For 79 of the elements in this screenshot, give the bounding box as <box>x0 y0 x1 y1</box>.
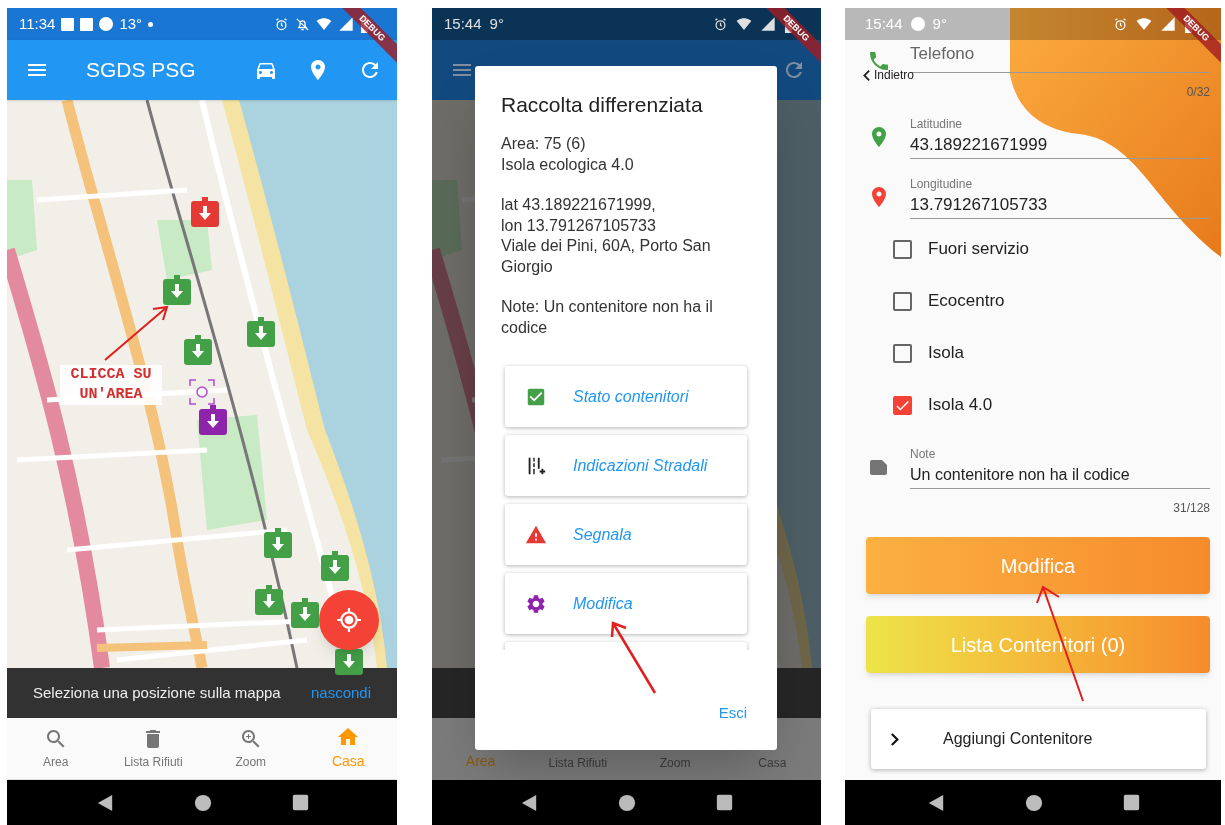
app-title: SGDS PSG <box>86 57 196 84</box>
bell-off-icon <box>295 16 310 32</box>
status-time: 11:34 <box>19 13 56 34</box>
selection-target-icon <box>189 379 215 405</box>
checkbox[interactable] <box>893 291 912 311</box>
field-label: Note <box>910 446 937 461</box>
snackbar-message: Seleziona una posizione sulla mappa <box>33 682 282 703</box>
chevron-left-icon <box>863 69 870 81</box>
dialog-text: lat 43.189221671999, lon 13.791267105733 Viale dei Pini, 60A, Porto San Giorgio <box>501 195 712 277</box>
recents-icon[interactable] <box>1122 794 1140 811</box>
menu-item[interactable]: Indicazioni Stradali <box>505 435 747 496</box>
container-marker-icon[interactable] <box>163 275 191 305</box>
status-time: 15:44 <box>444 13 482 34</box>
nav-tab[interactable]: Zoom <box>202 718 300 779</box>
status-temperature: 9° <box>932 13 947 34</box>
character-counter: 31/128 <box>1173 500 1210 515</box>
checkbox[interactable] <box>893 239 912 259</box>
field-label: Latitudine <box>910 116 964 131</box>
home-icon[interactable] <box>193 793 212 812</box>
home-icon[interactable] <box>618 793 636 812</box>
menu-item[interactable]: Stato contenitori <box>505 366 747 427</box>
checkbox-label: Isola 4.0 <box>928 394 993 417</box>
input-field[interactable]: 13.791267105733 <box>910 191 1210 219</box>
signal-icon <box>338 16 354 32</box>
nav-tab[interactable]: Area <box>7 718 105 779</box>
alarm-clock-icon <box>274 16 289 32</box>
wifi-icon <box>736 16 752 32</box>
character-counter: 0/32 <box>1186 84 1210 99</box>
checkbox[interactable] <box>893 343 912 363</box>
alarm-clock-icon <box>1113 16 1128 32</box>
back-icon[interactable] <box>520 793 538 812</box>
edit-button[interactable]: Modifica <box>866 537 1210 594</box>
container-marker-icon[interactable] <box>255 585 283 615</box>
container-marker-icon[interactable] <box>264 528 292 558</box>
circle-icon <box>910 17 925 31</box>
status-time: 15:44 <box>865 13 903 34</box>
container-marker-icon[interactable] <box>291 598 319 628</box>
input-field[interactable]: 43.189221671999 <box>910 131 1210 159</box>
wifi-icon <box>316 16 332 32</box>
checkbox-label: Ecocentro <box>928 290 1005 313</box>
nav-tab[interactable]: Lista Rifiuti <box>104 718 202 779</box>
menu-item[interactable]: Segnala <box>505 504 747 565</box>
menu-item[interactable]: Modifica <box>505 573 747 634</box>
recents-icon[interactable] <box>291 794 309 811</box>
chevron-right-icon <box>891 732 899 746</box>
container-marker-icon[interactable] <box>191 197 219 227</box>
dialog-text: Area: 75 (6) Isola ecologica 4.0 <box>501 134 635 175</box>
checkbox-label: Fuori servizio <box>928 238 1030 261</box>
nav-tab[interactable]: Zoom <box>626 754 724 772</box>
checkbox[interactable] <box>893 395 912 415</box>
crosshair-icon <box>336 607 362 633</box>
back-button[interactable]: Indietro <box>863 66 915 84</box>
recents-icon[interactable] <box>716 794 733 811</box>
dot-icon <box>148 21 154 27</box>
field-label: Longitudine <box>910 176 974 191</box>
container-marker-icon[interactable] <box>199 405 227 435</box>
input-field[interactable]: Un contenitore non ha il codice <box>910 461 1210 489</box>
alarm-clock-icon <box>713 16 728 32</box>
nav-tab[interactable]: Casa <box>299 718 397 779</box>
dialog-text: Note: Un contenitore non ha il codice <box>501 297 714 338</box>
app-notification-icon <box>61 17 75 31</box>
home-icon[interactable] <box>1024 793 1043 812</box>
signal-icon <box>760 16 776 32</box>
status-temperature: 13° <box>119 13 143 34</box>
container-marker-icon[interactable] <box>184 335 212 365</box>
status-temperature: 9° <box>489 13 504 34</box>
container-marker-icon[interactable] <box>321 551 349 581</box>
exit-button[interactable]: Esci <box>710 695 755 730</box>
annotation-label: CLICCA SU UN'AREA <box>60 365 162 405</box>
app-notification-icon <box>80 17 94 31</box>
container-marker-icon[interactable] <box>247 317 275 347</box>
wifi-icon <box>1136 16 1152 32</box>
add-container-card[interactable]: Aggiungi Contenitore <box>871 709 1206 769</box>
circle-icon <box>99 17 114 31</box>
nav-tab[interactable]: Casa <box>723 754 821 772</box>
signal-icon <box>1160 16 1176 32</box>
hide-link[interactable]: nascondi <box>310 681 371 705</box>
dialog-title: Raccolta differenziata <box>500 92 704 118</box>
checkbox-label: Isola <box>928 342 964 365</box>
